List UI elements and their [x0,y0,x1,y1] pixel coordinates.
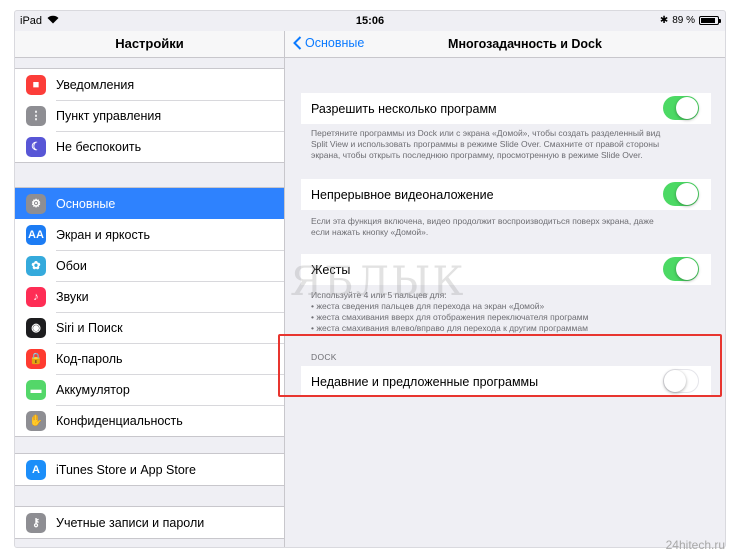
sidebar-item-label: Пункт управления [56,108,162,123]
navigation-bar: Основные Многозадачность и Dock [285,31,725,58]
toggle-knob [676,258,698,280]
moon-icon: ☾ [26,136,46,157]
footer-line: • жеста смахивания влево/вправо для пере… [311,323,588,333]
footer-line: Split View и использовать программы в ре… [311,139,660,149]
wallpaper-icon: ✿ [26,255,46,276]
setting-label: Непрерывное видеоналожение [311,187,494,202]
page-title: Многозадачность и Dock [448,37,602,51]
footer-line: • жеста смахивания вверх для отображения… [311,312,589,322]
footer-line: Перетяните программы из Dock или с экран… [311,128,661,138]
sidebar-group: AiTunes Store и App Store [15,453,284,486]
footer-line: Если эта функция включена, видео продолж… [311,216,654,226]
sidebar-item-label: iTunes Store и App Store [56,462,196,477]
setting-multiple-apps: Разрешить несколько программ [301,93,711,124]
toggle-picture-in-picture[interactable] [663,182,699,206]
sidebar-groups: ■ Уведомления ⋮ Пункт управления ☾ Не беспоко… [15,68,284,539]
sidebar-item[interactable]: AiTunes Store и App Store [15,454,284,485]
status-bar: iPad 15:06 ✱ 89 % [15,11,725,31]
sidebar-item-label: Код-пароль [56,351,123,366]
sidebar-item[interactable]: ☾ Не беспокоить [15,131,284,162]
sidebar-item-label: Основные [56,196,116,211]
sidebar-item-label: Аккумулятор [56,382,130,397]
toggle-knob [676,97,698,119]
highlight-frame [278,334,722,397]
sidebar-item-label: Экран и яркость [56,227,150,242]
toggle-multiple-apps[interactable] [663,96,699,120]
notifications-icon: ■ [26,74,46,95]
key-icon: ⚷ [26,512,46,533]
sidebar-item-label: Обои [56,258,87,273]
setting-footer-picture-in-picture: Если эта функция включена, видео продолж… [311,216,711,238]
sidebar-group: ■ Уведомления ⋮ Пункт управления ☾ Не беспоко… [15,68,284,163]
sidebar-item-label: Конфиденциальность [56,413,183,428]
sidebar-item[interactable]: 🔒 Код-пароль [15,343,284,374]
sidebar-item-label: Учетные записи и пароли [56,515,205,530]
ipad-screen: iPad 15:06 ✱ 89 % Настройки ■ Уведомления… [15,11,725,547]
sidebar-item-label: Siri и Поиск [56,320,123,335]
bluetooth-icon: ✱ [659,15,669,26]
battery-percent: 89 % [672,15,695,26]
display-brightness-icon: AA [26,224,46,245]
sounds-icon: ♪ [26,286,46,307]
sidebar-group: ⚷ Учетные записи и пароли [15,506,284,539]
setting-label: Разрешить несколько программ [311,101,497,116]
sidebar-item[interactable]: ◉ Siri и Поиск [15,312,284,343]
sidebar-item[interactable]: ■ Уведомления [15,69,284,100]
sidebar: Настройки ■ Уведомления ⋮ Пункт управления ☾… [15,31,285,547]
site-watermark: 24hitech.ru [665,538,725,552]
sidebar-item[interactable]: ⋮ Пункт управления [15,100,284,131]
footer-line: экрана, чтобы открыть последнюю программ… [311,150,643,160]
battery-icon [699,16,721,25]
siri-icon: ◉ [26,317,46,338]
gear-icon: ⚙ [26,193,46,214]
sidebar-item-label: Уведомления [56,77,135,92]
sidebar-item[interactable]: ⚷ Учетные записи и пароли [15,507,284,538]
sidebar-item[interactable]: ✋ Конфиденциальность [15,405,284,436]
sidebar-item[interactable]: AA Экран и яркость [15,219,284,250]
sidebar-item[interactable]: ▬ Аккумулятор [15,374,284,405]
app-store-icon: A [26,459,46,480]
hand-icon: ✋ [26,410,46,431]
sidebar-group: ⚙ Основные AA Экран и яркость ✿ Обои ♪ Звуки ◉ Si… [15,187,284,437]
status-right: ✱ 89 % [659,15,721,26]
footer-line: если нажать кнопку «Домой». [311,227,429,237]
sidebar-item[interactable]: ⚙ Основные [15,188,284,219]
battery-fill [701,18,716,23]
setting-footer-multiple-apps: Перетяните программы из Dock или с экран… [311,128,711,161]
control-center-icon: ⋮ [26,105,46,126]
sidebar-item[interactable]: ✿ Обои [15,250,284,281]
toggle-knob [676,183,698,205]
toggle-gestures[interactable] [663,257,699,281]
sidebar-item-label: Звуки [56,289,89,304]
setting-picture-in-picture: Непрерывное видеоналожение [301,179,711,210]
watermark-yablyk: ЯБЛЫК [290,259,466,305]
status-time: 15:06 [355,15,385,27]
sidebar-item[interactable]: ♪ Звуки [15,281,284,312]
lock-icon: 🔒 [26,348,46,369]
battery-icon: ▬ [26,379,46,400]
sidebar-item-label: Не беспокоить [56,139,142,154]
sidebar-title: Настройки [15,31,284,58]
